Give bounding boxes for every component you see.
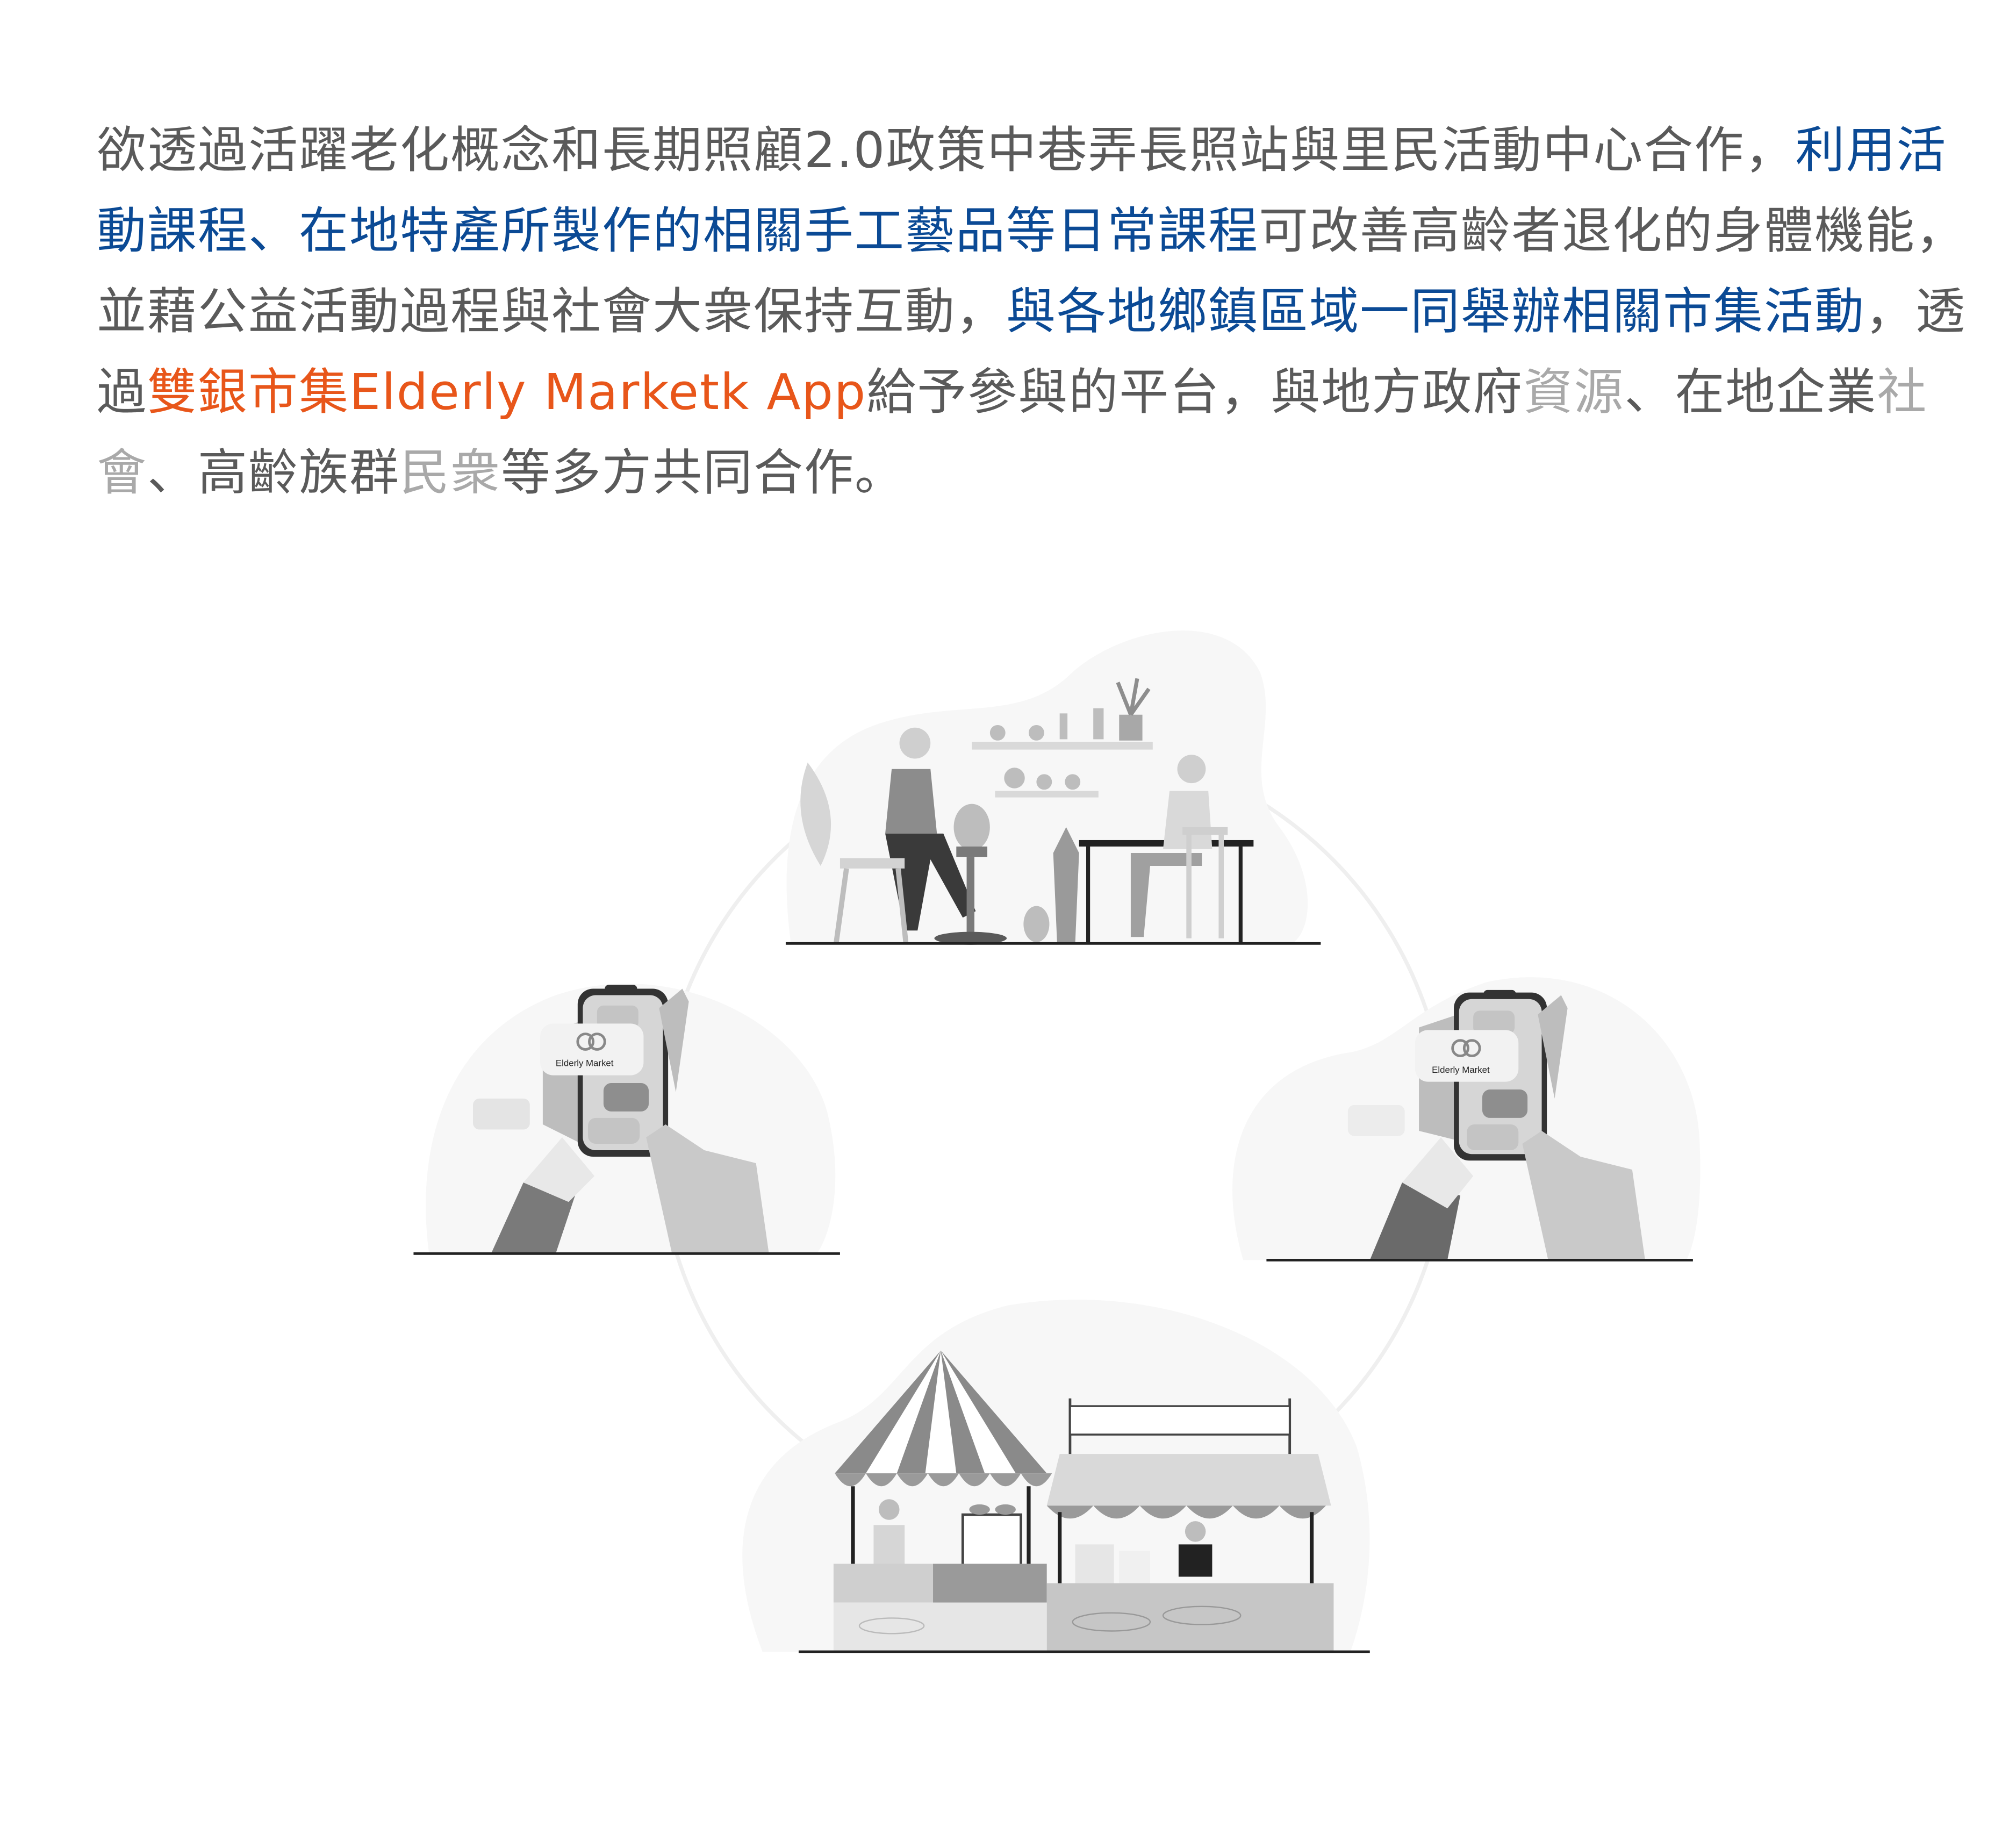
app-brand-label: Elderly Market <box>556 1058 614 1069</box>
ecosystem-illustration: Elderly Market Elderly Market <box>413 630 1701 1653</box>
app-brand-label: Elderly Market <box>1432 1065 1490 1075</box>
phone-app-scene-left: Elderly Market <box>413 984 840 1255</box>
market-stalls-scene <box>742 1299 1370 1653</box>
phone-app-scene-right: Elderly Market <box>1232 977 1701 1261</box>
pottery-workshop-scene <box>785 630 1321 945</box>
